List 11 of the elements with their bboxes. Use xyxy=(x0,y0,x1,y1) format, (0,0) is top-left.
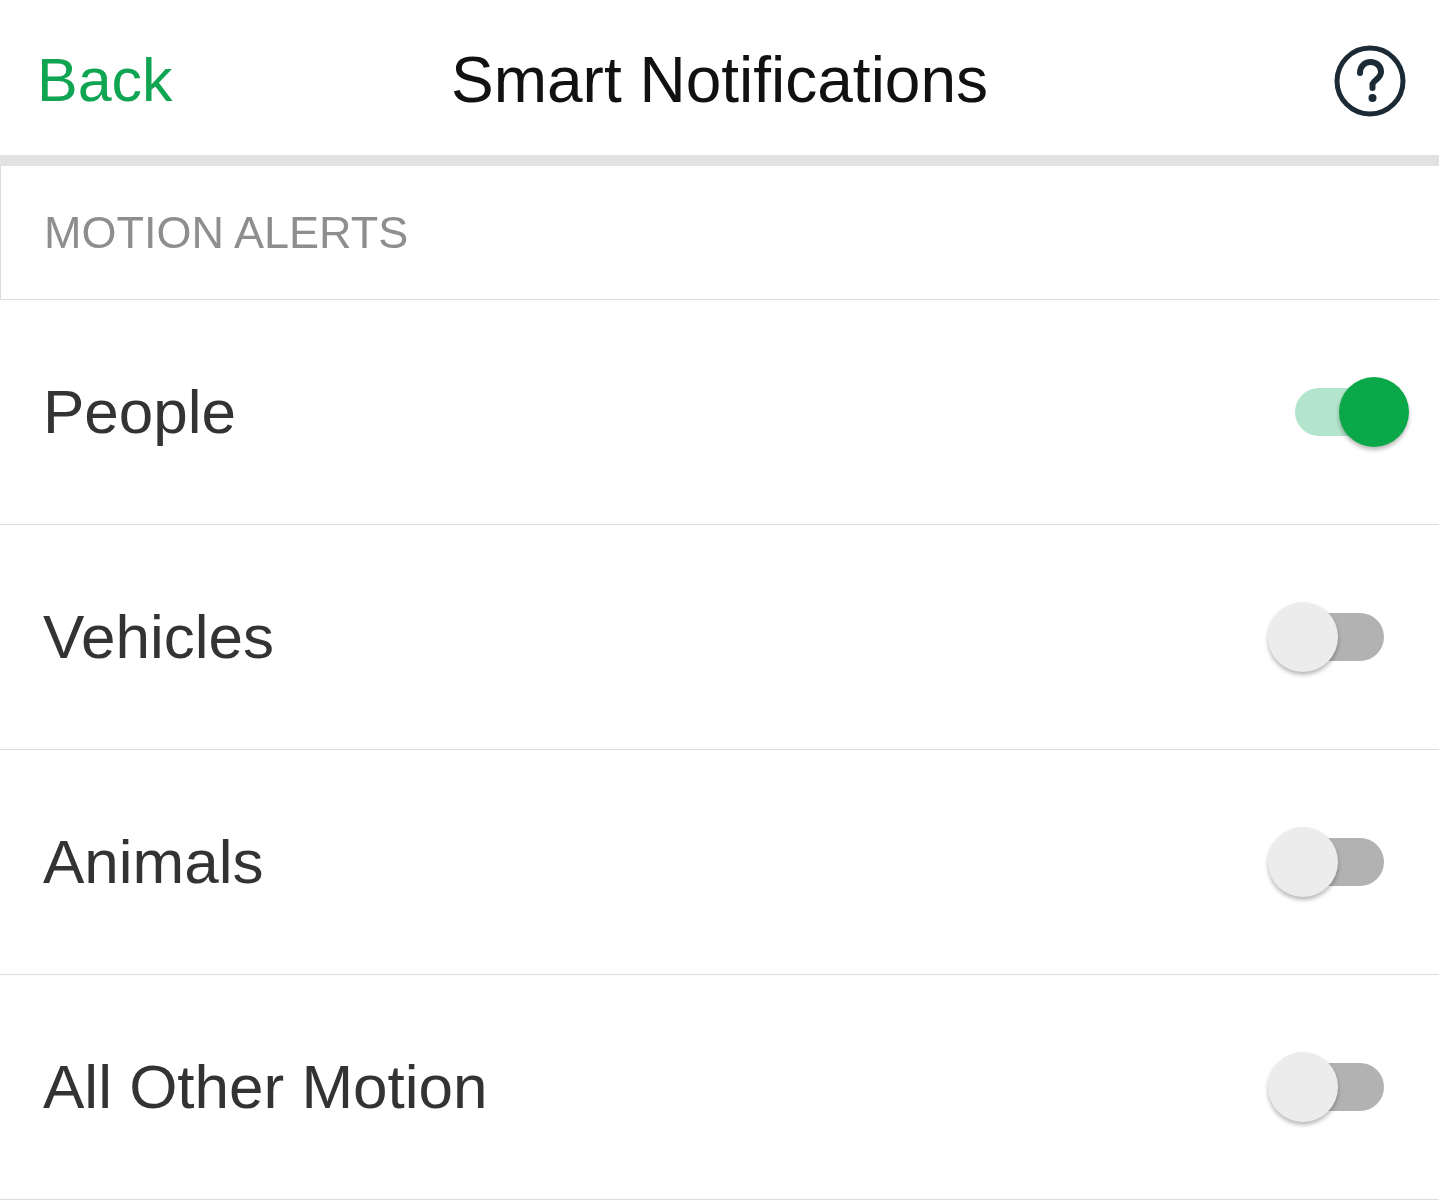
back-button[interactable]: Back xyxy=(37,46,173,115)
setting-label: Animals xyxy=(43,826,264,898)
toggle-switch[interactable] xyxy=(1268,1050,1384,1124)
screen-title: Smart Notifications xyxy=(450,45,989,116)
setting-label: Vehicles xyxy=(43,601,274,673)
setting-label: All Other Motion xyxy=(43,1051,488,1123)
toggle-switch[interactable] xyxy=(1268,825,1384,899)
setting-label: People xyxy=(43,376,237,448)
help-icon[interactable] xyxy=(1334,44,1406,117)
section-heading: MOTION ALERTS xyxy=(44,207,409,258)
toggle-switch[interactable] xyxy=(1268,600,1384,674)
